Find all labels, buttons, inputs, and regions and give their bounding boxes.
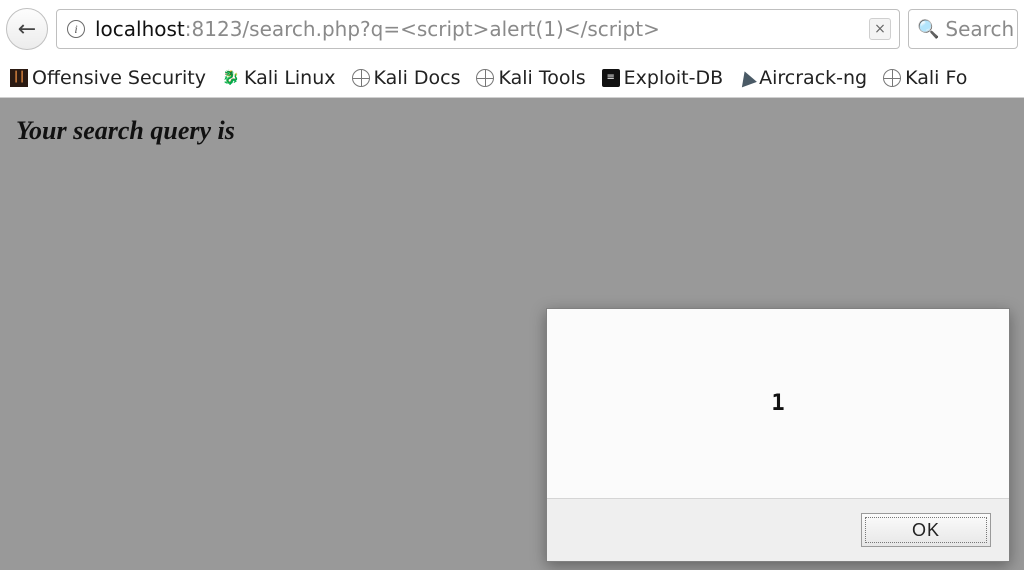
site-info-icon[interactable]: i [67,20,85,38]
bookmark-label: Kali Tools [498,67,585,89]
bookmarks-toolbar: ┃┃ Offensive Security 🐉 Kali Linux Kali … [0,58,1024,98]
globe-icon [352,69,370,87]
url-text: localhost:8123/search.php?q=<script>aler… [95,17,660,41]
page-heading: Your search query is [0,98,1024,164]
bookmark-label: Kali Linux [244,67,336,89]
bookmark-exploit-db[interactable]: ≡ Exploit-DB [602,67,723,89]
browser-search-box[interactable]: 🔍 Search [908,9,1018,49]
offensive-security-icon: ┃┃ [10,69,28,87]
clear-url-button[interactable]: × [869,18,891,40]
page-content: Your search query is 1 OK [0,98,1024,570]
bookmark-label: Aircrack-ng [759,67,867,89]
aircrack-icon [737,68,757,87]
back-arrow-icon: ← [18,17,36,42]
bookmark-label: Kali Docs [374,67,461,89]
back-button[interactable]: ← [6,8,48,50]
url-bar[interactable]: i localhost:8123/search.php?q=<script>al… [56,9,900,49]
alert-message: 1 [547,309,1009,499]
exploit-db-icon: ≡ [602,69,620,87]
browser-nav-row: ← i localhost:8123/search.php?q=<script>… [0,0,1024,58]
bookmark-offensive-security[interactable]: ┃┃ Offensive Security [10,67,206,89]
bookmark-label: Exploit-DB [624,67,723,89]
bookmark-kali-tools[interactable]: Kali Tools [476,67,585,89]
alert-dialog: 1 OK [546,308,1010,562]
bookmark-label: Kali Fo [905,67,967,89]
bookmark-kali-docs[interactable]: Kali Docs [352,67,461,89]
bookmark-label: Offensive Security [32,67,206,89]
alert-footer: OK [547,499,1009,561]
search-placeholder: Search [945,17,1014,41]
alert-ok-button[interactable]: OK [861,513,991,547]
url-path: :8123/search.php?q=<script>alert(1)</scr… [185,17,660,41]
bookmark-kali-forums[interactable]: Kali Fo [883,67,967,89]
url-host: localhost [95,17,185,41]
search-icon: 🔍 [917,19,939,40]
globe-icon [883,69,901,87]
bookmark-aircrack-ng[interactable]: Aircrack-ng [739,67,867,89]
kali-dragon-icon: 🐉 [222,69,240,87]
bookmark-kali-linux[interactable]: 🐉 Kali Linux [222,67,336,89]
globe-icon [476,69,494,87]
